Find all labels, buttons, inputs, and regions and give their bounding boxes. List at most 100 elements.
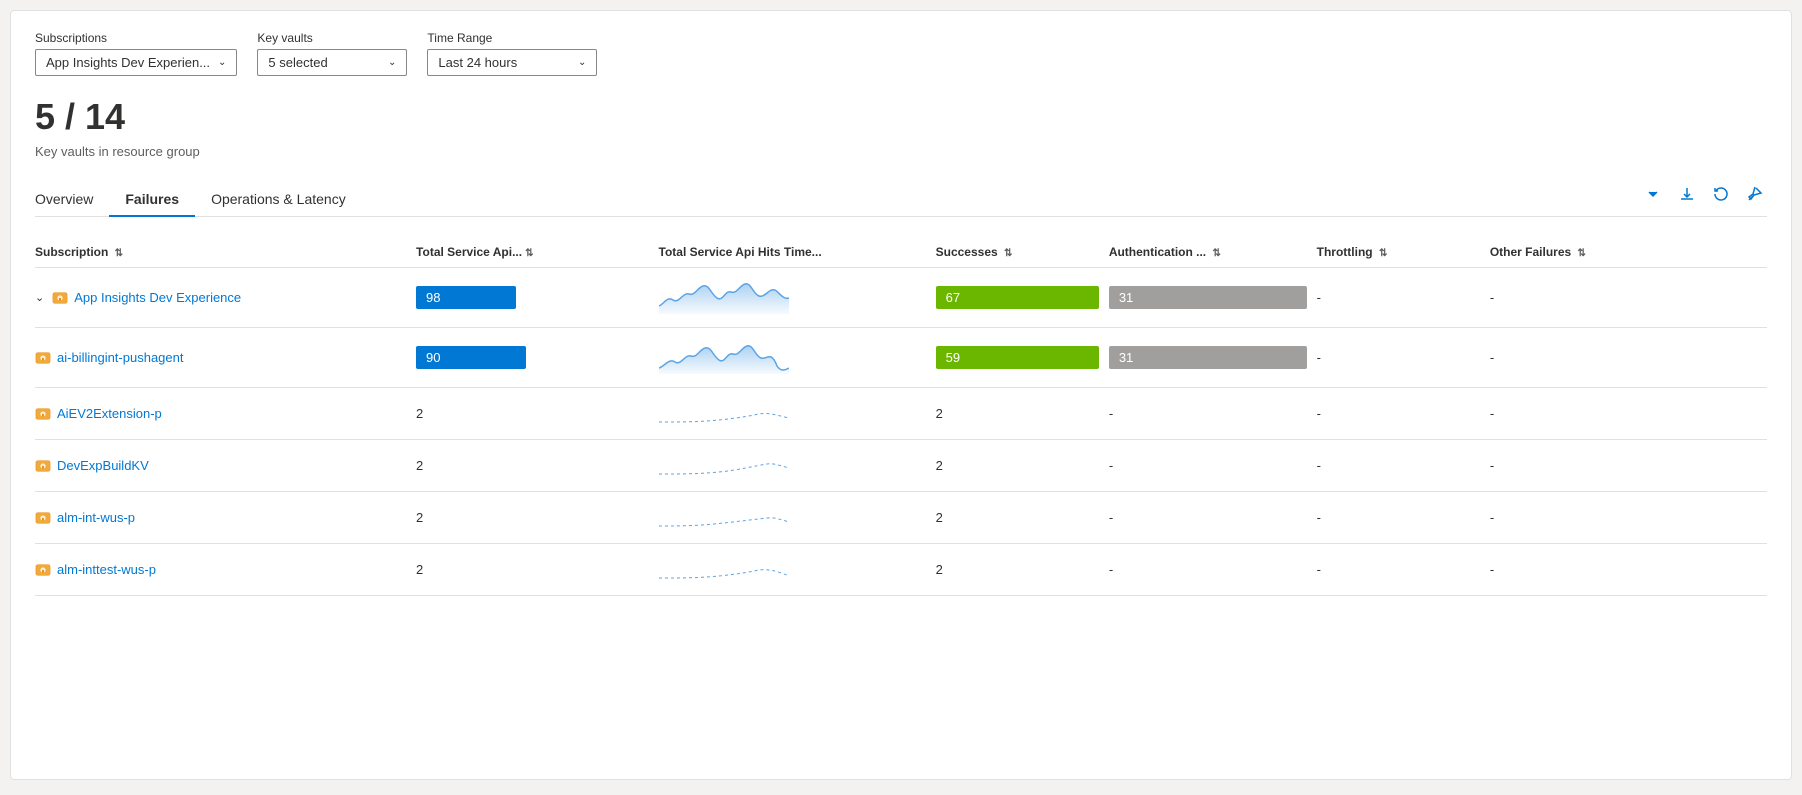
auth-cell-alm-int: - [1109,492,1317,544]
main-container: Subscriptions App Insights Dev Experien.… [10,10,1792,780]
tab-operations-latency[interactable]: Operations & Latency [195,183,362,217]
successes-cell-alm-inttest: 2 [936,544,1109,596]
successes-bar-app-insights: 67 [936,286,1099,309]
col-header-throttling[interactable]: Throttling ⇅ [1317,237,1490,268]
timerange-filter-group: Time Range Last 24 hours ⌄ [427,31,597,76]
keyvaults-value: 5 selected [268,55,327,70]
sparkline-ai-billingint [659,338,789,374]
refresh-button[interactable] [1709,184,1733,209]
col-header-total-api[interactable]: Total Service Api...⇅ [416,237,658,268]
auth-cell-aiev2: - [1109,388,1317,440]
successes-cell-app-insights: 67 [936,268,1109,328]
table-row: DevExpBuildKV 2 2 - - - [35,440,1767,492]
keyvaults-filter-group: Key vaults 5 selected ⌄ [257,31,407,76]
keyvault-icon [35,406,51,422]
subscription-name-alm-int: alm-int-wus-p [35,510,406,526]
tab-actions [1641,184,1767,215]
auth-cell-devexpbuild: - [1109,440,1317,492]
total-api-cell-alm-inttest: 2 [416,544,658,596]
other-failures-cell-ai-billingint: - [1490,328,1767,388]
subscription-link-ai-billingint[interactable]: ai-billingint-pushagent [57,350,183,365]
col-header-subscription[interactable]: Subscription ⇅ [35,237,416,268]
total-api-bar-app-insights: 98 [416,286,516,309]
subscription-link-alm-inttest[interactable]: alm-inttest-wus-p [57,562,156,577]
summary-label: Key vaults in resource group [35,144,1767,159]
failures-table: Subscription ⇅ Total Service Api...⇅ Tot… [35,237,1767,596]
throttling-cell-alm-inttest: - [1317,544,1490,596]
col-header-successes[interactable]: Successes ⇅ [936,237,1109,268]
throttling-cell-ai-billingint: - [1317,328,1490,388]
throttling-cell-aiev2: - [1317,388,1490,440]
keyvaults-dropdown[interactable]: 5 selected ⌄ [257,49,407,76]
subscriptions-value: App Insights Dev Experien... [46,55,210,70]
keyvaults-chevron-icon: ⌄ [388,57,396,68]
subscription-name-ai-billingint: ai-billingint-pushagent [35,350,406,366]
timechart-cell-devexpbuild [659,440,936,492]
sort-icon-total-api: ⇅ [525,248,533,259]
total-api-bar-ai-billingint: 90 [416,346,526,369]
subscription-link-aiev2[interactable]: AiEV2Extension-p [57,406,162,421]
subscription-name-alm-inttest: alm-inttest-wus-p [35,562,406,578]
timerange-dropdown[interactable]: Last 24 hours ⌄ [427,49,597,76]
auth-bar-ai-billingint: 31 [1109,346,1307,369]
auth-bar-app-insights: 31 [1109,286,1307,309]
subscription-name-aiev2: AiEV2Extension-p [35,406,406,422]
timechart-cell-alm-int [659,492,936,544]
timerange-chevron-icon: ⌄ [578,57,586,68]
sparkline-alm-inttest [659,554,789,582]
timechart-cell-aiev2 [659,388,936,440]
total-api-cell-ai-billingint: 90 [416,328,658,388]
timerange-value: Last 24 hours [438,55,517,70]
sparkline-app-insights [659,278,789,314]
auth-cell-ai-billingint: 31 [1109,328,1317,388]
successes-cell-alm-int: 2 [936,492,1109,544]
sort-icon-throttling: ⇅ [1379,248,1387,259]
total-api-cell-alm-int: 2 [416,492,658,544]
subscription-link-devexpbuild[interactable]: DevExpBuildKV [57,458,149,473]
col-header-auth[interactable]: Authentication ... ⇅ [1109,237,1317,268]
tab-overview[interactable]: Overview [35,183,109,217]
summary-count: 5 / 14 [35,96,1767,138]
expand-button[interactable] [1641,184,1665,209]
sparkline-aiev2 [659,398,789,426]
download-button[interactable] [1675,184,1699,209]
timechart-cell-ai-billingint [659,328,936,388]
subscriptions-dropdown[interactable]: App Insights Dev Experien... ⌄ [35,49,237,76]
subscription-link-app-insights[interactable]: App Insights Dev Experience [74,290,241,305]
total-api-cell-devexpbuild: 2 [416,440,658,492]
table-row: ⌄ App Insights Dev Experience 98 [35,268,1767,328]
tab-failures[interactable]: Failures [109,183,195,217]
col-header-other-failures[interactable]: Other Failures ⇅ [1490,237,1767,268]
auth-cell-app-insights: 31 [1109,268,1317,328]
keyvault-icon [52,290,68,306]
subscription-link-alm-int[interactable]: alm-int-wus-p [57,510,135,525]
collapse-icon[interactable]: ⌄ [35,291,44,304]
auth-cell-alm-inttest: - [1109,544,1317,596]
successes-cell-aiev2: 2 [936,388,1109,440]
other-failures-cell-alm-int: - [1490,492,1767,544]
timechart-cell-app-insights [659,268,936,328]
throttling-cell-app-insights: - [1317,268,1490,328]
throttling-cell-alm-int: - [1317,492,1490,544]
col-header-timechart: Total Service Api Hits Time... [659,237,936,268]
sort-icon-other-failures: ⇅ [1578,248,1586,259]
keyvault-icon [35,562,51,578]
other-failures-cell-app-insights: - [1490,268,1767,328]
other-failures-cell-aiev2: - [1490,388,1767,440]
sparkline-devexpbuild [659,450,789,478]
sort-icon-subscription: ⇅ [115,248,123,259]
tabs-row: Overview Failures Operations & Latency [35,183,1767,217]
keyvault-icon [35,350,51,366]
timerange-label: Time Range [427,31,597,45]
sparkline-alm-int [659,502,789,530]
sort-icon-successes: ⇅ [1004,248,1012,259]
table-row: alm-inttest-wus-p 2 2 - - - [35,544,1767,596]
table-row: alm-int-wus-p 2 2 - - - [35,492,1767,544]
successes-cell-ai-billingint: 59 [936,328,1109,388]
total-api-cell-aiev2: 2 [416,388,658,440]
table-row: AiEV2Extension-p 2 2 - - - [35,388,1767,440]
keyvault-icon [35,458,51,474]
throttling-cell-devexpbuild: - [1317,440,1490,492]
pin-button[interactable] [1743,184,1767,209]
keyvaults-label: Key vaults [257,31,407,45]
